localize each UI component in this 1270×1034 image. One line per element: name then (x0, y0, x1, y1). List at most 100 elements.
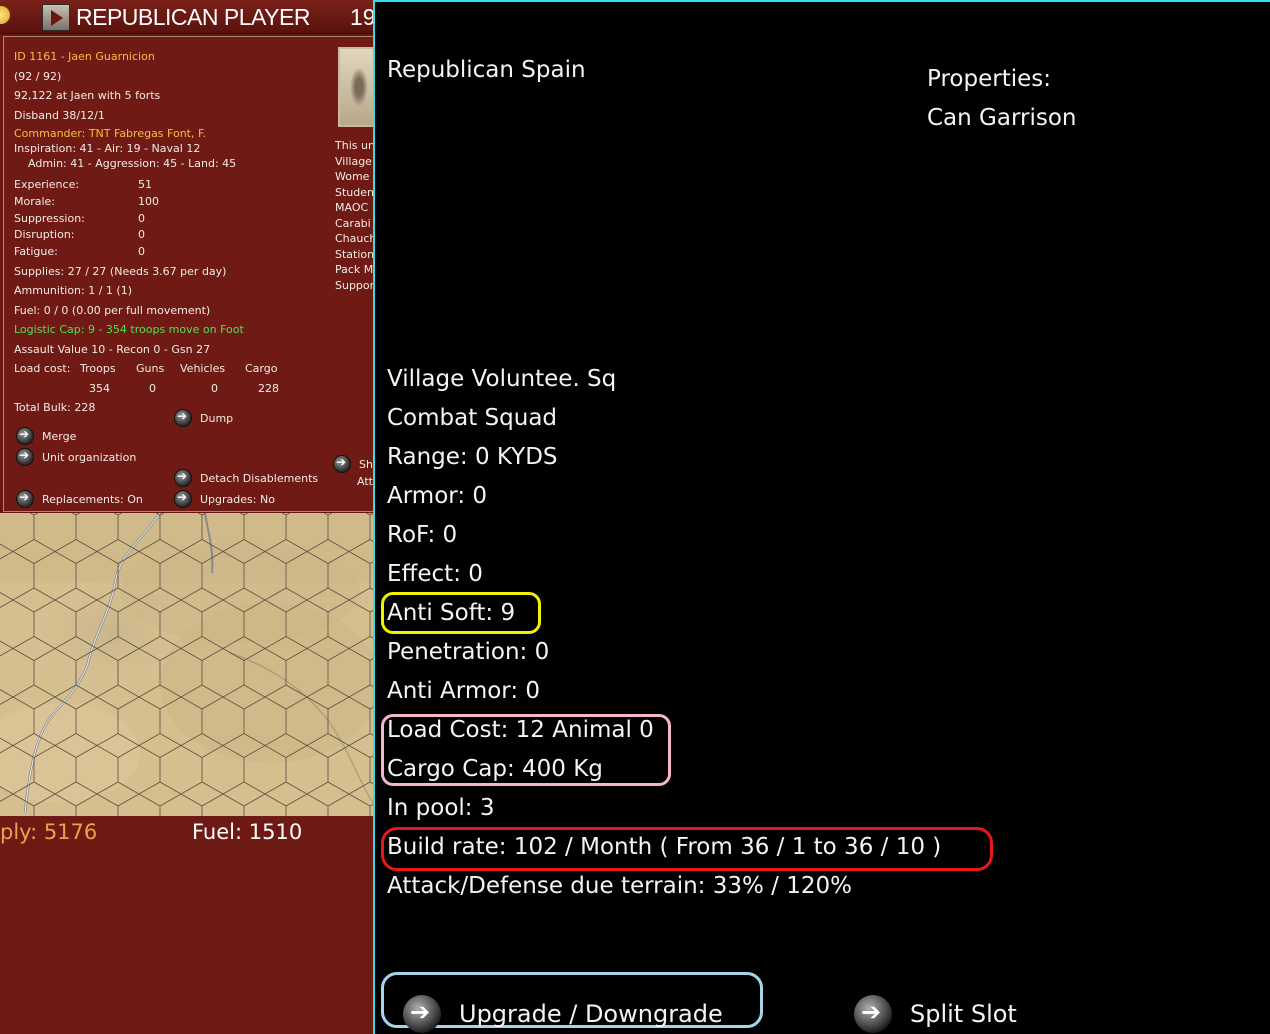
merge-label: Merge (42, 429, 77, 443)
sun-icon (0, 6, 10, 24)
element-penetration: Penetration: 0 (387, 639, 550, 665)
portrait-text: Station (335, 248, 373, 261)
load-header: Vehicles (180, 362, 226, 375)
supply-counter: ply: 5176 (0, 820, 98, 844)
build-rate-highlight (381, 827, 993, 871)
show-label: Sh (359, 457, 373, 471)
portrait-text: Village (335, 155, 372, 168)
top-bar: REPUBLICAN PLAYER 19 (0, 0, 373, 34)
properties-label: Properties: (927, 66, 1051, 92)
upgrade-downgrade-label: Upgrade / Downgrade (459, 1000, 723, 1028)
element-type: Combat Squad (387, 405, 558, 431)
nation-name: Republican Spain (387, 57, 586, 83)
stat-value: 0 (138, 228, 145, 241)
portrait-text: MAOC (335, 201, 369, 214)
arrow-right-icon (403, 995, 441, 1033)
load-header: Guns (136, 362, 165, 375)
portrait-text: This un (335, 139, 373, 152)
unit-disband: Disband 38/12/1 (14, 109, 105, 122)
stat-value: 51 (138, 178, 152, 191)
detach-disablements-button[interactable]: Detach Disablements (174, 469, 318, 487)
unit-info-panel: ID 1161 - Jaen Guarnicion (92 / 92) 92,1… (3, 36, 373, 512)
element-effect: Effect: 0 (387, 561, 483, 587)
dump-button[interactable]: Dump (174, 409, 233, 427)
resource-bar: ply: 5176 Fuel: 1510 (0, 816, 373, 1034)
unit-detail-panel: Republican Spain Properties: Can Garriso… (373, 0, 1270, 1034)
load-value: 228 (258, 382, 279, 395)
unit-supplies: Supplies: 27 / 27 (Needs 3.67 per day) (14, 265, 227, 278)
property-value: Can Garrison (927, 105, 1077, 131)
stat-label: Disruption: (14, 228, 75, 241)
stat-value: 0 (138, 212, 145, 225)
arrow-right-icon (16, 490, 34, 508)
replacements-label: Replacements: On (42, 492, 143, 506)
upgrades-button[interactable]: Upgrades: No (174, 490, 275, 508)
stat-label: Morale: (14, 195, 56, 208)
assault-value: Assault Value 10 - Recon 0 - Gsn 27 (14, 343, 211, 356)
split-slot-label: Split Slot (910, 1000, 1017, 1028)
element-in-pool: In pool: 3 (387, 795, 495, 821)
load-value: 354 (89, 382, 110, 395)
element-attack-defense: Attack/Defense due terrain: 33% / 120% (387, 873, 852, 899)
upgrades-label: Upgrades: No (200, 492, 275, 506)
arrow-right-icon (174, 409, 192, 427)
split-slot-button[interactable]: Split Slot (854, 995, 1017, 1033)
total-bulk: Total Bulk: 228 (14, 401, 96, 414)
year-label: 19 (350, 4, 373, 30)
load-value: 0 (211, 382, 218, 395)
dump-label: Dump (200, 411, 234, 425)
replacements-button[interactable]: Replacements: On (16, 490, 143, 508)
load-header: Troops (80, 362, 116, 375)
unit-ammunition: Ammunition: 1 / 1 (1) (14, 284, 133, 297)
arrow-right-icon (174, 469, 192, 487)
anti-soft-highlight (381, 592, 541, 634)
commander-inspiration: Inspiration: 41 - Air: 19 - Naval 12 (14, 142, 201, 155)
load-cargo-highlight (381, 714, 671, 786)
unit-location: 92,122 at Jaen with 5 forts (14, 89, 161, 102)
hex-map[interactable] (0, 513, 373, 816)
load-value: 0 (149, 382, 156, 395)
load-header: Cargo (245, 362, 278, 375)
commander-name[interactable]: Commander: TNT Fabregas Font, F. (14, 127, 206, 140)
load-cost-label: Load cost: (14, 362, 71, 375)
upgrade-downgrade-button[interactable]: Upgrade / Downgrade (403, 995, 723, 1033)
element-range: Range: 0 KYDS (387, 444, 558, 470)
portrait-text: Chauch (335, 232, 373, 245)
element-name: Village Voluntee. Sq (387, 366, 617, 392)
portrait-text: Pack M (335, 263, 373, 276)
arrow-right-icon (333, 455, 351, 473)
arrow-right-icon (174, 490, 192, 508)
commander-admin: Admin: 41 - Aggression: 45 - Land: 45 (28, 157, 237, 170)
unit-strength: (92 / 92) (14, 70, 62, 83)
element-rof: RoF: 0 (387, 522, 458, 548)
unit-organization-label: Unit organization (42, 450, 137, 464)
logistic-cap: Logistic Cap: 9 - 354 troops move on Foo… (14, 323, 244, 336)
arrow-right-icon (16, 448, 34, 466)
unit-organization-button[interactable]: Unit organization (16, 448, 136, 466)
merge-button[interactable]: Merge (16, 427, 76, 445)
stat-value: 0 (138, 245, 145, 258)
unit-fuel: Fuel: 0 / 0 (0.00 per full movement) (14, 304, 211, 317)
element-armor: Armor: 0 (387, 483, 488, 509)
arrow-right-icon (16, 427, 34, 445)
element-anti-armor: Anti Armor: 0 (387, 678, 541, 704)
player-title: REPUBLICAN PLAYER (76, 4, 310, 30)
stat-value: 100 (138, 195, 159, 208)
unit-id: ID 1161 - Jaen Guarnicion (14, 50, 155, 63)
left-panel: REPUBLICAN PLAYER 19 ID 1161 - Jaen Guar… (0, 0, 373, 1034)
portrait-text: Studen (335, 186, 373, 199)
portrait-text: Suppor (335, 279, 373, 292)
stat-label: Fatigue: (14, 245, 58, 258)
detach-disablements-label: Detach Disablements (200, 471, 319, 485)
stat-label: Suppression: (14, 212, 85, 225)
hex-grid-map (0, 513, 373, 816)
arrow-right-icon (854, 995, 892, 1033)
unit-portrait[interactable] (338, 47, 373, 127)
att-label: Att (357, 475, 373, 488)
portrait-text: Carabi (335, 217, 371, 230)
show-button[interactable]: Sh (333, 455, 373, 473)
stat-label: Experience: (14, 178, 80, 191)
portrait-text: Wome (335, 170, 370, 183)
fuel-counter: Fuel: 1510 (192, 820, 303, 844)
play-button[interactable] (42, 4, 70, 31)
